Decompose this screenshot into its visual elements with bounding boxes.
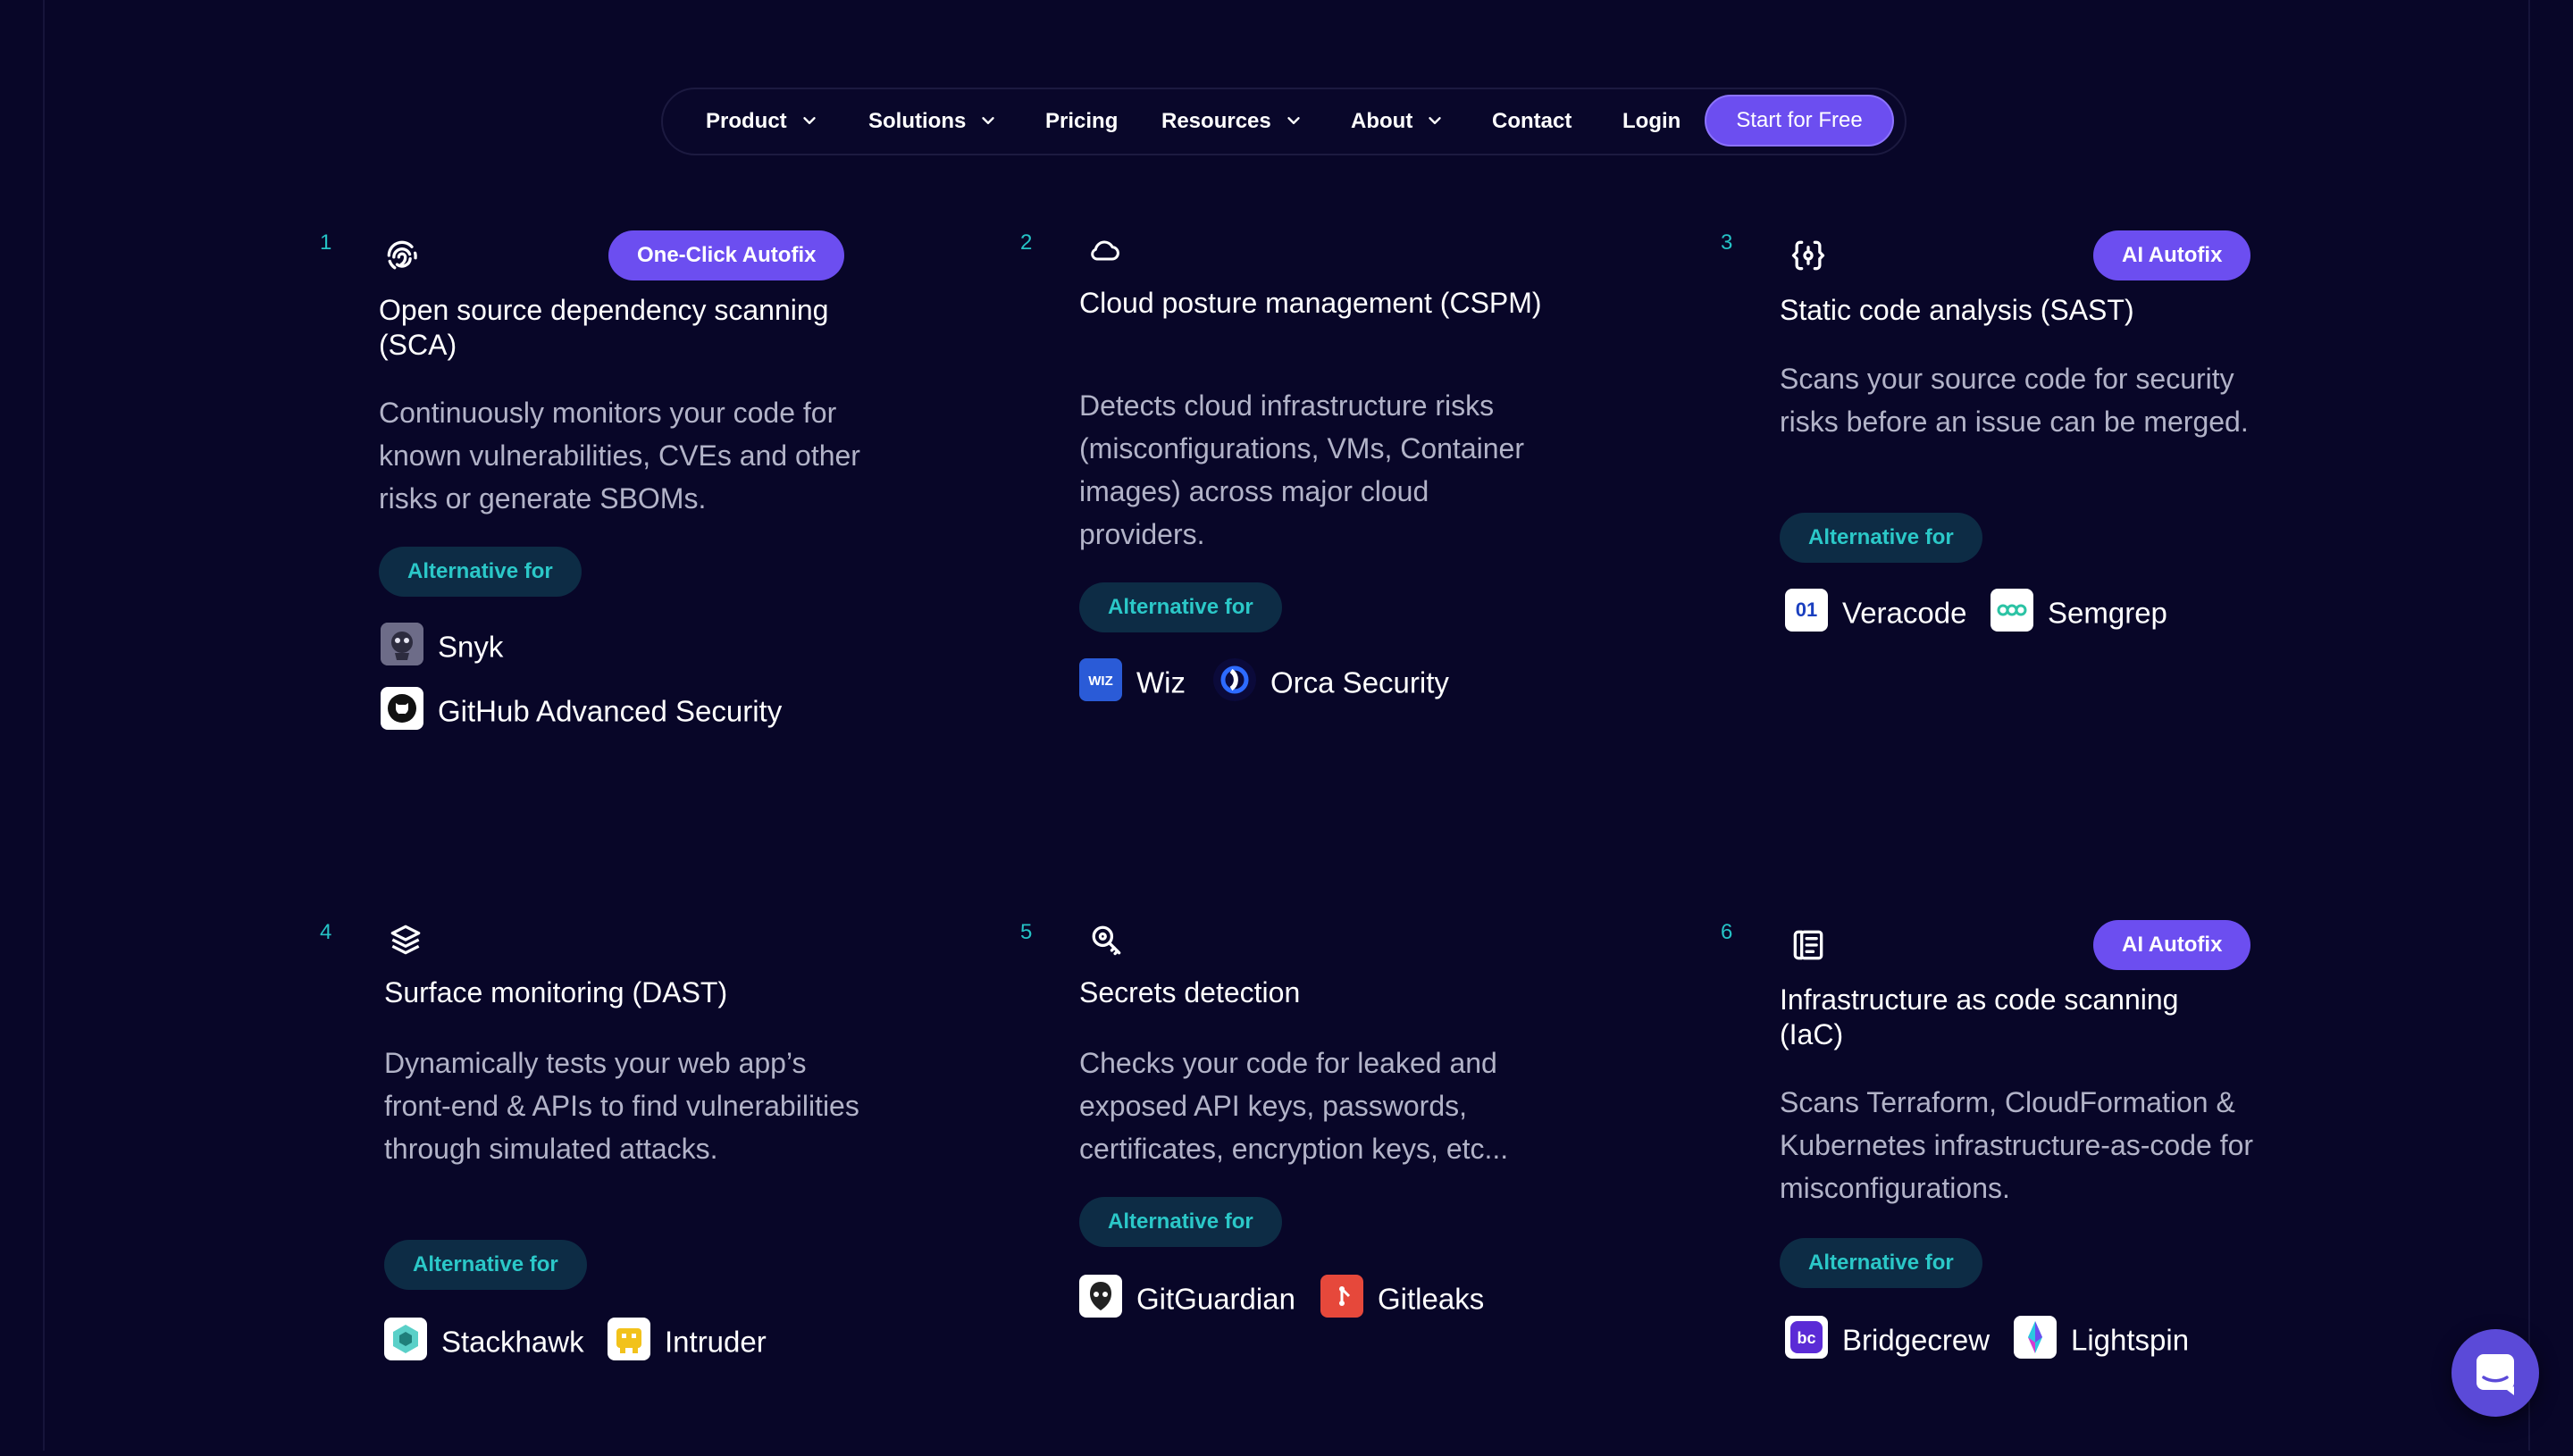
feature-card-iac: 6 AI Autofix Infrastructure as code scan… — [1721, 920, 2253, 1456]
alternative-gitleaks[interactable]: Gitleaks — [1320, 1275, 1484, 1318]
alternative-lightspin[interactable]: Lightspin — [2014, 1316, 2189, 1360]
feature-title: Cloud posture management (CSPM) — [1079, 287, 1542, 319]
feature-title: Infrastructure as code scanning (IaC) — [1780, 983, 2179, 1050]
cloud-icon — [1091, 240, 1119, 261]
feature-title: Secrets detection — [1079, 976, 1301, 1008]
gitleaks-logo-icon — [1320, 1275, 1363, 1318]
start-for-free-button[interactable]: Start for Free — [1705, 95, 1894, 146]
nav-product[interactable]: Product — [706, 89, 819, 154]
top-navigation: Product Solutions Pricing Resources Abou… — [661, 88, 1907, 155]
feature-number: 3 — [1721, 230, 1733, 255]
one-click-autofix-badge: One-Click Autofix — [608, 230, 845, 280]
infrastructure-file-icon — [1793, 930, 1823, 960]
orca-logo-icon — [1213, 658, 1256, 702]
alternative-wiz[interactable]: WIZ Wiz — [1079, 658, 1186, 702]
alternative-stackhawk[interactable]: Stackhawk — [384, 1318, 584, 1361]
feature-description: Continuously monitors your code for know… — [379, 397, 860, 515]
feature-description: Detects cloud infrastructure risks (misc… — [1079, 389, 1524, 550]
feature-description: Scans your source code for security risk… — [1780, 363, 2249, 438]
fingerprint-icon — [387, 240, 417, 270]
feature-number: 4 — [320, 920, 332, 944]
alternative-gitguardian[interactable]: GitGuardian — [1079, 1275, 1295, 1318]
alternative-intruder[interactable]: Intruder — [608, 1318, 767, 1361]
feature-description: Checks your code for leaked and exposed … — [1079, 1047, 1509, 1165]
lightspin-logo-icon — [2014, 1316, 2057, 1360]
code-brackets-icon — [1791, 240, 1825, 271]
nav-solutions[interactable]: Solutions — [868, 89, 998, 154]
chevron-down-icon — [802, 116, 816, 124]
alternative-for-pill: Alternative for — [379, 547, 582, 597]
veracode-logo-icon: 01 — [1785, 589, 1828, 632]
alternative-for-pill: Alternative for — [1780, 513, 1982, 563]
bridgecrew-logo-icon: bc — [1785, 1316, 1828, 1360]
svg-text:bc: bc — [1797, 1329, 1815, 1347]
nav-contact[interactable]: Contact — [1492, 89, 1571, 154]
alternative-veracode[interactable]: 01 Veracode — [1785, 589, 1966, 632]
alternative-snyk[interactable]: Snyk — [381, 623, 503, 666]
feature-title: Static code analysis (SAST) — [1780, 294, 2134, 326]
key-search-icon — [1092, 925, 1121, 956]
alternative-github-advanced-security[interactable]: GitHub Advanced Security — [381, 687, 782, 731]
alternative-for-pill: Alternative for — [384, 1240, 587, 1290]
frame-line-right — [2528, 0, 2530, 1451]
stackhawk-logo-icon — [384, 1318, 427, 1361]
layers-icon — [390, 925, 421, 955]
intruder-logo-icon — [608, 1318, 650, 1361]
feature-number: 5 — [1020, 920, 1033, 944]
feature-card-sca: 1 One-Click Autofix Open source dependen… — [320, 230, 860, 766]
nav-about[interactable]: About — [1351, 89, 1445, 154]
chat-widget-button[interactable] — [2451, 1329, 2539, 1417]
chevron-down-icon — [1287, 116, 1300, 124]
semgrep-logo-icon — [1991, 589, 2033, 632]
feature-number: 1 — [320, 230, 332, 255]
ai-autofix-badge: AI Autofix — [2093, 920, 2251, 970]
feature-title: Surface monitoring (DAST) — [384, 976, 728, 1008]
wiz-logo-icon: WIZ — [1079, 658, 1122, 702]
gitguardian-logo-icon — [1079, 1275, 1122, 1318]
feature-title: Open source dependency scanning (SCA) — [379, 294, 829, 361]
alternative-semgrep[interactable]: Semgrep — [1991, 589, 2167, 632]
feature-card-secrets: 5 Secrets detection Checks your code for… — [1020, 920, 1521, 1456]
github-logo-icon — [381, 687, 423, 731]
snyk-logo-icon — [381, 623, 423, 666]
frame-line-left — [43, 0, 45, 1451]
nav-resources[interactable]: Resources — [1161, 89, 1303, 154]
alternative-for-pill: Alternative for — [1079, 1197, 1282, 1247]
chevron-down-icon — [982, 116, 995, 124]
nav-pricing[interactable]: Pricing — [1045, 89, 1118, 154]
chevron-down-icon — [1429, 116, 1442, 124]
chat-icon — [2477, 1354, 2514, 1395]
alternative-for-pill: Alternative for — [1780, 1238, 1982, 1288]
alternative-bridgecrew[interactable]: bc Bridgecrew — [1785, 1316, 1990, 1360]
svg-text:01: 01 — [1796, 598, 1817, 621]
feature-card-cspm: 2 Cloud posture management (CSPM) Detect… — [1020, 230, 1542, 766]
feature-description: Dynamically tests your web app’s front-e… — [384, 1047, 859, 1165]
alternative-for-pill: Alternative for — [1079, 582, 1282, 632]
nav-login[interactable]: Login — [1622, 89, 1680, 154]
feature-card-dast: 4 Surface monitoring (DAST) Dynamically … — [320, 920, 859, 1456]
alternative-orca-security[interactable]: Orca Security — [1213, 658, 1449, 702]
feature-card-sast: 3 AI Autofix Static code analysis (SAST)… — [1721, 230, 2251, 766]
feature-description: Scans Terraform, CloudFormation & Kubern… — [1780, 1086, 2254, 1204]
feature-number: 6 — [1721, 920, 1733, 944]
feature-number: 2 — [1020, 230, 1033, 255]
svg-text:WIZ: WIZ — [1088, 674, 1113, 689]
ai-autofix-badge: AI Autofix — [2093, 230, 2251, 280]
